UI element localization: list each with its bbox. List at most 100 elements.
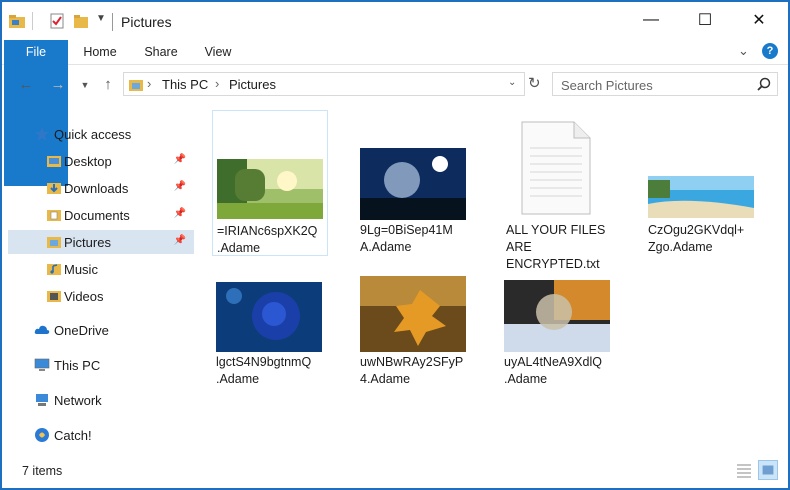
divider — [112, 13, 113, 31]
divider — [32, 12, 33, 30]
file-item[interactable]: =IRIANc6spXK2Q .Adame — [212, 110, 328, 256]
computer-icon — [34, 358, 50, 371]
file-list: =IRIANc6spXK2Q .Adame 9Lg=0BiSep41M A.Ad… — [202, 106, 788, 458]
sidebar-item-label: Catch! — [54, 428, 92, 443]
music-folder-icon — [47, 264, 61, 275]
tab-home[interactable]: Home — [74, 40, 126, 64]
file-name-line: ENCRYPTED.txt — [506, 257, 600, 271]
file-name-line: uwNBwRAy2SFyP — [360, 355, 464, 369]
sidebar-item-label: Quick access — [54, 127, 132, 142]
desktop-folder-icon — [47, 156, 61, 167]
file-item[interactable]: CzOgu2GKVdql+ Zgo.Adame — [644, 110, 760, 256]
window-title: Pictures — [121, 14, 172, 30]
forward-arrow-icon[interactable]: → — [48, 74, 68, 96]
image-thumbnail — [504, 280, 610, 352]
image-thumbnail — [360, 276, 466, 352]
sidebar-item-music[interactable]: Music — [8, 257, 194, 281]
file-name-line: lgctS4N9bgtnmQ — [216, 355, 312, 369]
pictures-folder-icon — [47, 237, 61, 248]
expand-ribbon-chevron-icon[interactable]: ⌄ — [738, 43, 749, 59]
search-input[interactable] — [559, 75, 753, 95]
address-bar[interactable]: › This PC › Pictures ⌄ — [123, 72, 525, 96]
file-name-line: ARE — [506, 240, 532, 254]
network-icon — [36, 394, 48, 406]
file-name-line: 4.Adame — [360, 372, 411, 386]
search-box[interactable] — [552, 72, 778, 96]
recent-locations-chevron-icon[interactable]: ▼ — [78, 74, 92, 96]
image-thumbnail — [648, 176, 754, 218]
tab-share[interactable]: Share — [136, 40, 186, 64]
breadcrumb-pictures[interactable]: Pictures — [229, 77, 276, 92]
text-document-icon — [521, 121, 591, 215]
file-name-line: .Adame — [217, 241, 261, 255]
sidebar-item-network[interactable]: Network — [8, 388, 194, 412]
breadcrumb-this-pc[interactable]: This PC — [162, 77, 208, 92]
pin-icon[interactable]: 📌 — [174, 154, 186, 165]
sidebar-item-label: Documents — [64, 208, 130, 223]
file-item[interactable]: uwNBwRAy2SFyP 4.Adame — [356, 276, 472, 422]
file-name-line: .Adame — [216, 372, 260, 386]
pin-icon[interactable]: 📌 — [174, 208, 186, 219]
sidebar-item-pictures[interactable]: Pictures 📌 — [8, 230, 194, 254]
refresh-icon[interactable]: ↻ — [528, 74, 541, 92]
up-arrow-icon[interactable]: ↑ — [98, 74, 118, 96]
sidebar-item-label: Desktop — [64, 154, 112, 169]
help-icon[interactable]: ? — [762, 43, 778, 59]
videos-folder-icon — [47, 291, 61, 302]
image-thumbnail — [216, 282, 322, 352]
documents-folder-icon — [47, 210, 61, 221]
file-name-line: =IRIANc6spXK2Q — [217, 224, 318, 238]
tab-view[interactable]: View — [196, 40, 240, 64]
file-name-line: .Adame — [504, 372, 548, 386]
properties-icon[interactable] — [48, 12, 66, 30]
catch-icon — [35, 428, 49, 442]
file-item[interactable]: lgctS4N9bgtnmQ .Adame — [212, 276, 328, 422]
image-thumbnail — [360, 148, 466, 220]
file-item[interactable]: uyAL4tNeA9XdlQ .Adame — [500, 276, 616, 422]
sidebar-item-downloads[interactable]: Downloads 📌 — [8, 176, 194, 200]
sidebar-item-desktop[interactable]: Desktop 📌 — [8, 149, 194, 173]
new-folder-icon[interactable] — [72, 12, 90, 30]
sidebar-item-this-pc[interactable]: This PC — [8, 353, 194, 377]
maximize-button[interactable]: ☐ — [682, 2, 728, 38]
sidebar-item-documents[interactable]: Documents 📌 — [8, 203, 194, 227]
sidebar-item-quick-access[interactable]: Quick access — [8, 122, 194, 146]
breadcrumb-separator-icon: › — [147, 76, 152, 91]
sidebar-item-label: Downloads — [64, 181, 129, 196]
ribbon-tabs: File Home Share View ⌄ ? — [2, 40, 788, 186]
file-name-line: 9Lg=0BiSep41M — [360, 223, 453, 237]
file-name-line: uyAL4tNeA9XdlQ — [504, 355, 602, 369]
close-button[interactable]: ✕ — [736, 2, 782, 38]
cloud-icon — [34, 325, 50, 334]
file-item[interactable]: 9Lg=0BiSep41M A.Adame — [356, 110, 472, 256]
back-arrow-icon[interactable]: ← — [16, 74, 36, 96]
pin-icon[interactable]: 📌 — [174, 181, 186, 192]
sidebar-item-label: Music — [64, 262, 98, 277]
explorer-window: ▼ Pictures — ☐ ✕ File Home Share View ⌄ … — [2, 2, 788, 488]
sidebar-item-label: Videos — [64, 289, 104, 304]
file-name-line: A.Adame — [360, 240, 412, 254]
file-name-line: Zgo.Adame — [648, 240, 713, 254]
large-icons-view-icon[interactable] — [758, 460, 778, 480]
sidebar-item-label: OneDrive — [54, 323, 109, 338]
address-history-chevron-icon[interactable]: ⌄ — [508, 77, 516, 88]
sidebar-item-onedrive[interactable]: OneDrive — [8, 318, 194, 342]
file-item[interactable]: ALL YOUR FILES ARE ENCRYPTED.txt — [502, 110, 618, 271]
search-icon[interactable] — [757, 77, 771, 91]
sidebar-item-catch[interactable]: Catch! — [8, 423, 194, 447]
file-name-line: ALL YOUR FILES — [506, 223, 606, 237]
title-bar: ▼ Pictures — ☐ ✕ — [2, 2, 788, 40]
customize-toolbar-chevron-icon[interactable]: ▼ — [96, 13, 106, 24]
breadcrumb-separator-icon: › — [215, 76, 220, 91]
explorer-folder-icon[interactable] — [8, 12, 26, 30]
minimize-button[interactable]: — — [628, 2, 674, 38]
pin-icon[interactable]: 📌 — [174, 235, 186, 246]
sidebar-item-videos[interactable]: Videos — [8, 284, 194, 308]
navigation-pane: Quick access Desktop 📌 Downloads 📌 Docum… — [2, 106, 194, 456]
file-name-line: CzOgu2GKVdql+ — [648, 223, 745, 237]
image-thumbnail — [217, 159, 323, 219]
details-view-icon[interactable] — [734, 460, 754, 480]
status-item-count: 7 items — [22, 464, 63, 478]
star-icon — [35, 127, 49, 141]
sidebar-item-label: Network — [54, 393, 102, 408]
